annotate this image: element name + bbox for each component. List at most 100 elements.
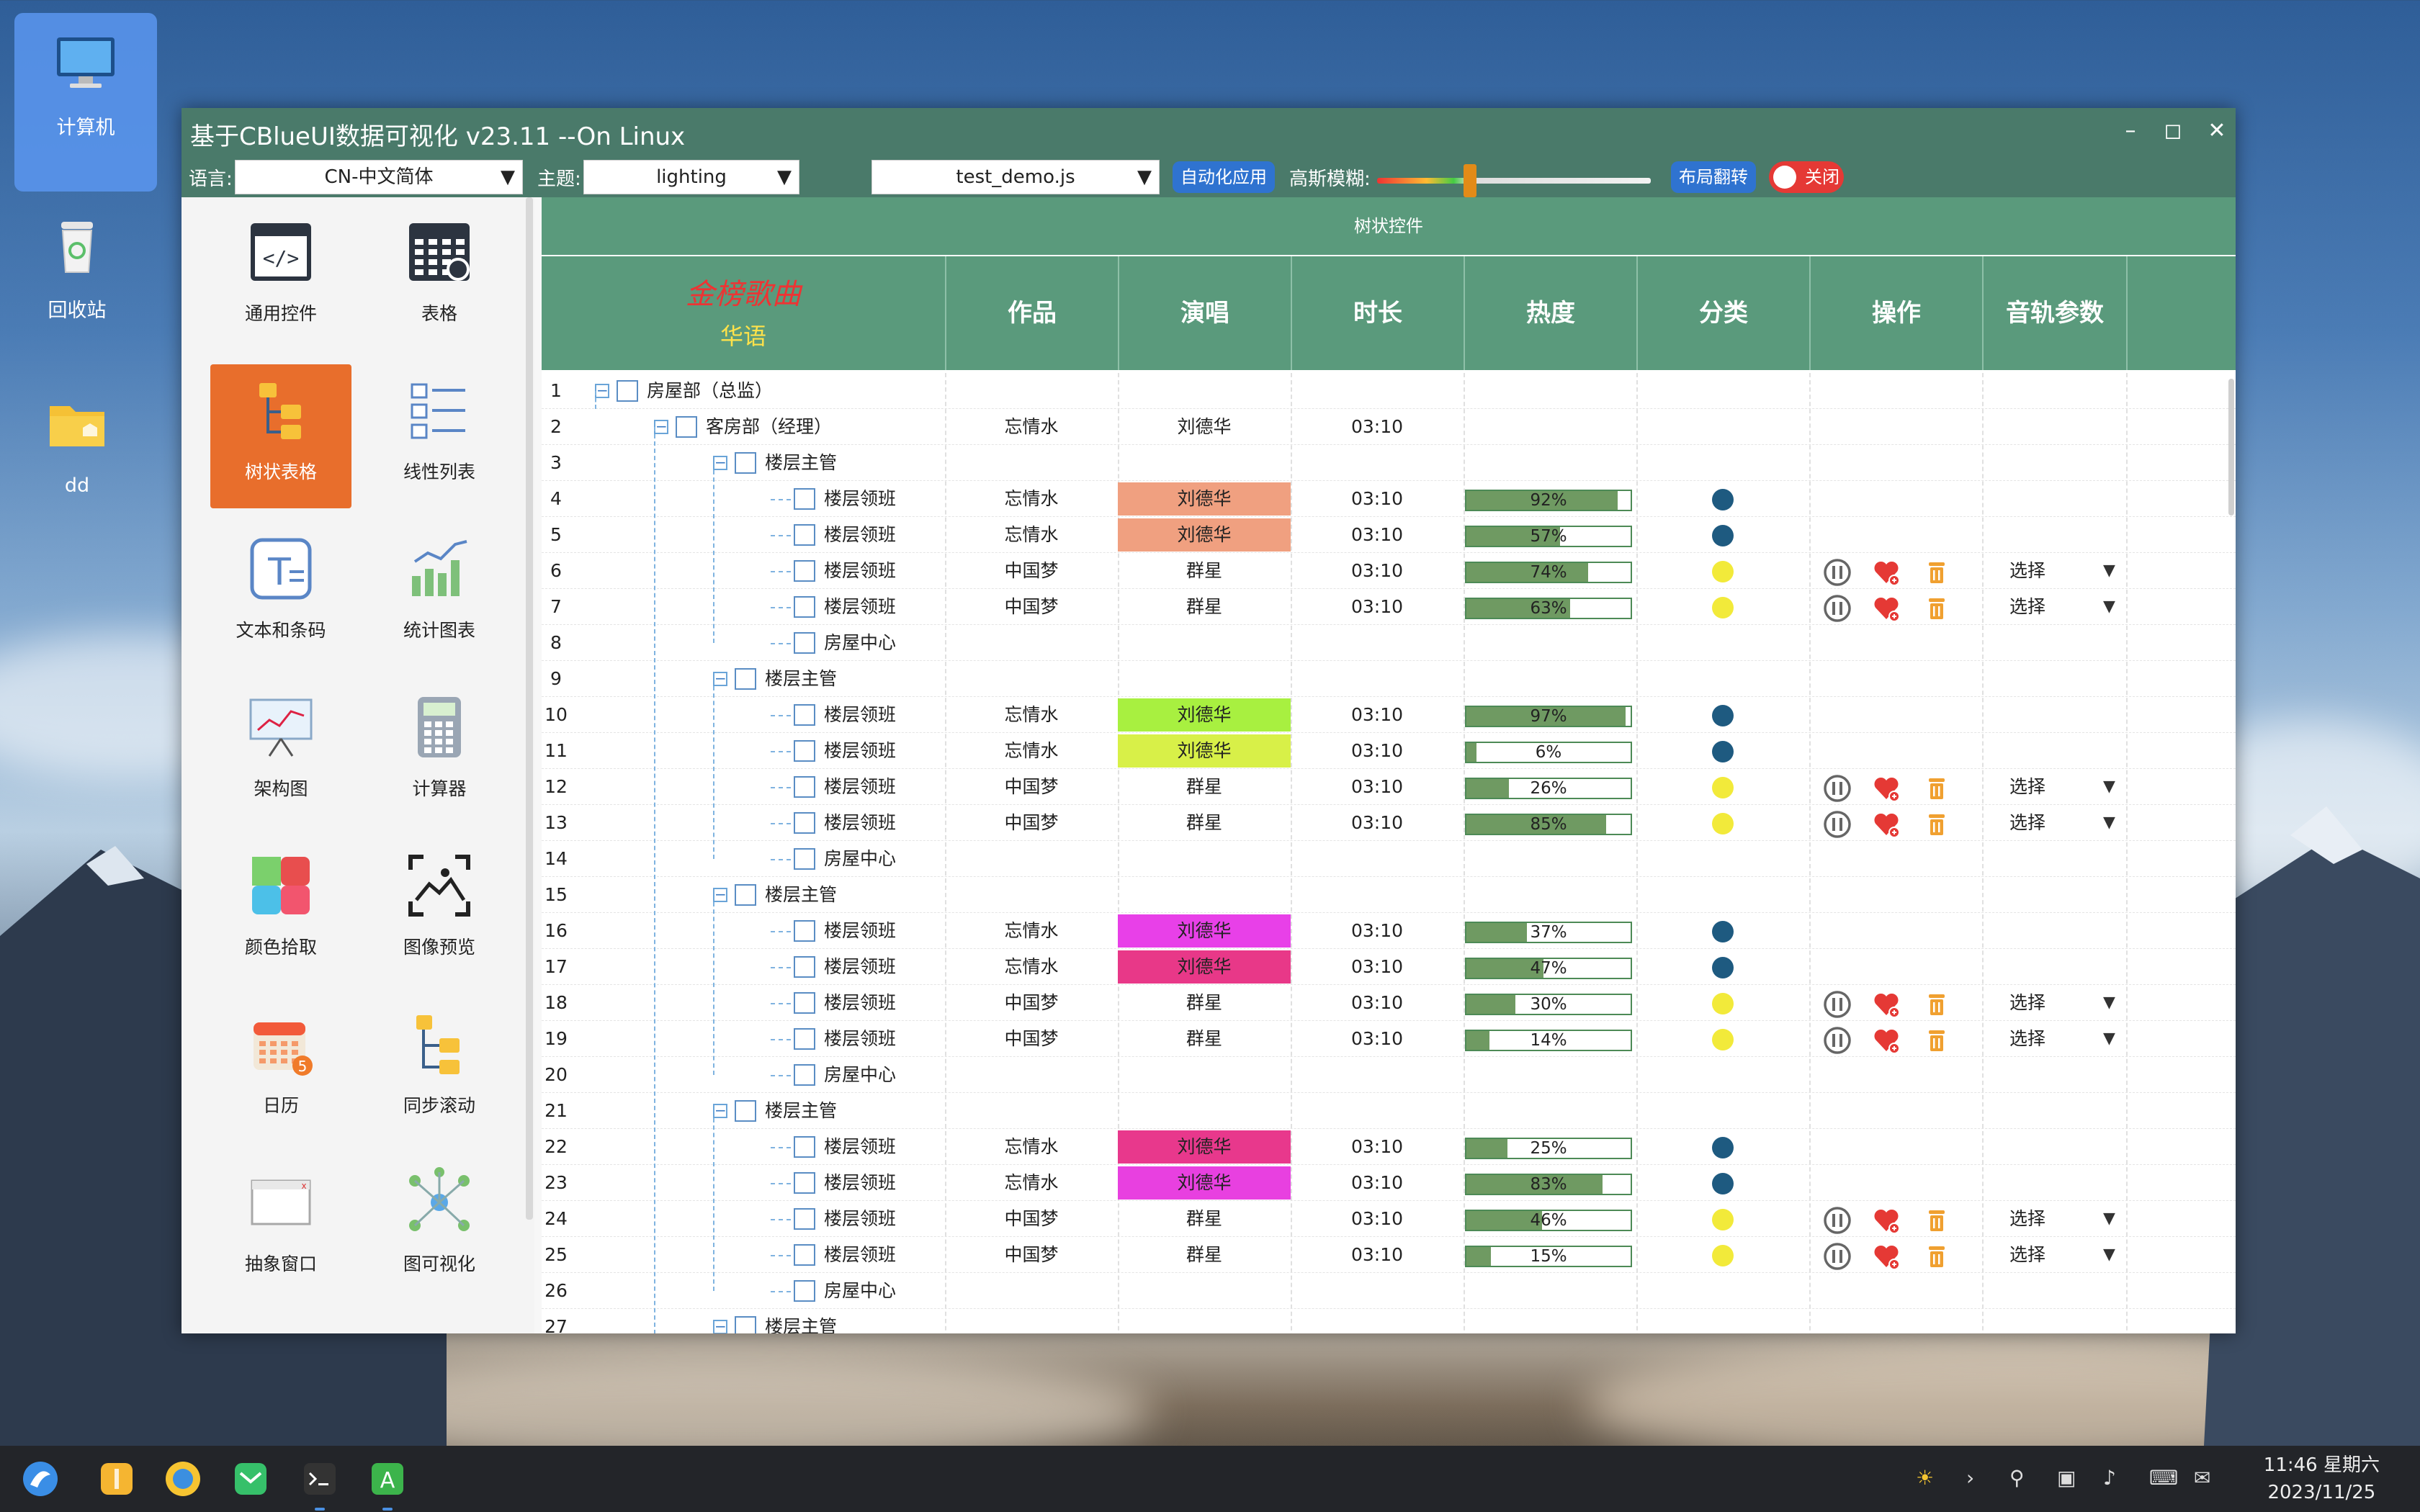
sidebar-item-sync-scroll[interactable]: 同步滚动 xyxy=(369,998,510,1142)
collapse-icon[interactable]: − xyxy=(713,1319,727,1333)
theme-select[interactable]: lighting ▼ xyxy=(583,160,799,194)
row-checkbox[interactable] xyxy=(794,560,815,582)
sidebar-item-color-picker[interactable]: 颜色拾取 xyxy=(210,840,351,984)
table-row[interactable]: 27 − 楼层主管 xyxy=(542,1309,2236,1333)
table-row[interactable]: 4 楼层领班 忘情水 刘德华 03:10 92% xyxy=(542,481,2236,517)
table-row[interactable]: 20 房屋中心 xyxy=(542,1057,2236,1093)
pause-icon[interactable] xyxy=(1822,1025,1852,1056)
row-checkbox[interactable] xyxy=(794,632,815,654)
chevron-right-icon[interactable]: › xyxy=(1966,1466,1974,1490)
col-duration[interactable]: 时长 xyxy=(1291,256,1464,370)
row-checkbox[interactable] xyxy=(735,452,756,474)
track-select[interactable]: 选择 xyxy=(2009,589,2045,625)
desktop-icon-folder[interactable]: dd xyxy=(6,374,148,497)
table-row[interactable]: 11 楼层领班 忘情水 刘德华 03:10 6% xyxy=(542,733,2236,769)
delete-icon[interactable] xyxy=(1922,557,1952,588)
sidebar-item-general-controls[interactable]: </> 通用控件 xyxy=(210,206,351,350)
track-select[interactable]: 选择 xyxy=(2009,985,2045,1021)
sidebar-scrollbar[interactable] xyxy=(526,197,533,1220)
collapse-icon[interactable]: − xyxy=(654,419,668,434)
row-checkbox[interactable] xyxy=(735,1316,756,1333)
col-category[interactable]: 分类 xyxy=(1636,256,1809,370)
brightness-icon[interactable]: ☀ xyxy=(1916,1466,1934,1490)
close-icon[interactable]: ✕ xyxy=(2202,117,2231,145)
layout-flip-button[interactable]: 布局翻转 xyxy=(1671,161,1756,193)
delete-icon[interactable] xyxy=(1922,989,1952,1020)
app-a-icon[interactable]: A xyxy=(367,1459,408,1499)
table-row[interactable]: 8 房屋中心 xyxy=(542,625,2236,661)
table-row[interactable]: 7 楼层领班 中国梦 群星 03:10 63% 选择 ▼ xyxy=(542,589,2236,625)
sidebar-item-graph-viz[interactable]: 图可视化 xyxy=(369,1156,510,1300)
search-icon[interactable]: ⚲ xyxy=(2009,1466,2025,1490)
pause-icon[interactable] xyxy=(1822,989,1852,1020)
delete-icon[interactable] xyxy=(1922,593,1952,624)
table-row[interactable]: 23 楼层领班 忘情水 刘德华 03:10 83% xyxy=(542,1165,2236,1201)
files-icon[interactable] xyxy=(97,1459,137,1499)
row-checkbox[interactable] xyxy=(617,380,638,402)
table-row[interactable]: 24 楼层领班 中国梦 群星 03:10 46% 选择 ▼ xyxy=(542,1201,2236,1237)
row-checkbox[interactable] xyxy=(794,812,815,834)
language-select[interactable]: CN-中文简体 ▼ xyxy=(235,160,523,194)
collapse-icon[interactable]: − xyxy=(713,1103,727,1118)
row-checkbox[interactable] xyxy=(794,1064,815,1086)
row-checkbox[interactable] xyxy=(735,668,756,690)
heart-add-icon[interactable] xyxy=(1871,557,1901,588)
toggle-switch[interactable]: 关闭 xyxy=(1769,161,1844,193)
auto-apply-button[interactable]: 自动化应用 xyxy=(1173,161,1275,193)
row-checkbox[interactable] xyxy=(794,704,815,726)
chevron-down-icon[interactable]: ▼ xyxy=(2103,1021,2115,1057)
chevron-down-icon[interactable]: ▼ xyxy=(2103,985,2115,1021)
collapse-icon[interactable]: − xyxy=(713,455,727,470)
sidebar-item-abstract-window[interactable]: x 抽象窗口 xyxy=(210,1156,351,1300)
col-track-params[interactable]: 音轨参数 xyxy=(1982,256,2126,370)
heart-add-icon[interactable] xyxy=(1871,809,1901,840)
notification-icon[interactable]: ✉ xyxy=(2194,1466,2210,1490)
delete-icon[interactable] xyxy=(1922,1241,1952,1272)
table-row[interactable]: 26 房屋中心 xyxy=(542,1273,2236,1309)
collapse-icon[interactable]: − xyxy=(713,887,727,902)
table-row[interactable]: 1 − 房屋部（总监） xyxy=(542,373,2236,409)
track-select[interactable]: 选择 xyxy=(2009,1021,2045,1057)
table-row[interactable]: 3 − 楼层主管 xyxy=(542,445,2236,481)
launcher-icon[interactable] xyxy=(20,1459,60,1499)
heart-add-icon[interactable] xyxy=(1871,773,1901,804)
table-row[interactable]: 15 − 楼层主管 xyxy=(542,877,2236,913)
table-row[interactable]: 9 − 楼层主管 xyxy=(542,661,2236,697)
table-row[interactable]: 16 楼层领班 忘情水 刘德华 03:10 37% xyxy=(542,913,2236,949)
delete-icon[interactable] xyxy=(1922,773,1952,804)
delete-icon[interactable] xyxy=(1922,1205,1952,1236)
col-work[interactable]: 作品 xyxy=(945,256,1118,370)
row-checkbox[interactable] xyxy=(794,920,815,942)
heart-add-icon[interactable] xyxy=(1871,1025,1901,1056)
table-row[interactable]: 10 楼层领班 忘情水 刘德华 03:10 97% xyxy=(542,697,2236,733)
row-checkbox[interactable] xyxy=(676,416,697,438)
keyboard-icon[interactable]: ⌨ xyxy=(2149,1466,2178,1490)
table-row[interactable]: 18 楼层领班 中国梦 群星 03:10 30% 选择 ▼ xyxy=(542,985,2236,1021)
row-checkbox[interactable] xyxy=(794,1280,815,1302)
track-select[interactable]: 选择 xyxy=(2009,769,2045,805)
heart-add-icon[interactable] xyxy=(1871,1205,1901,1236)
table-row[interactable]: 19 楼层领班 中国梦 群星 03:10 14% 选择 ▼ xyxy=(542,1021,2236,1057)
blur-slider-thumb[interactable] xyxy=(1464,164,1477,197)
table-row[interactable]: 14 房屋中心 xyxy=(542,841,2236,877)
row-checkbox[interactable] xyxy=(794,524,815,546)
desktop-icon-computer[interactable]: 计算机 xyxy=(14,13,157,192)
heart-add-icon[interactable] xyxy=(1871,989,1901,1020)
chevron-down-icon[interactable]: ▼ xyxy=(2103,805,2115,841)
maximize-icon[interactable]: ◻ xyxy=(2159,117,2187,145)
row-checkbox[interactable] xyxy=(794,1172,815,1194)
track-select[interactable]: 选择 xyxy=(2009,1237,2045,1273)
chevron-down-icon[interactable]: ▼ xyxy=(2103,769,2115,805)
pause-icon[interactable] xyxy=(1822,557,1852,588)
sidebar-item-linear-list[interactable]: 线性列表 xyxy=(369,364,510,508)
col-operations[interactable]: 操作 xyxy=(1809,256,1982,370)
sidebar-item-text-barcode[interactable]: T 文本和条码 xyxy=(210,523,351,667)
table-row[interactable]: 13 楼层领班 中国梦 群星 03:10 85% 选择 ▼ xyxy=(542,805,2236,841)
row-checkbox[interactable] xyxy=(794,1244,815,1266)
pause-icon[interactable] xyxy=(1822,593,1852,624)
chevron-down-icon[interactable]: ▼ xyxy=(2103,553,2115,589)
pause-icon[interactable] xyxy=(1822,1205,1852,1236)
col-heat[interactable]: 热度 xyxy=(1464,256,1636,370)
row-checkbox[interactable] xyxy=(794,848,815,870)
sidebar-item-table[interactable]: 表格 xyxy=(369,206,510,350)
